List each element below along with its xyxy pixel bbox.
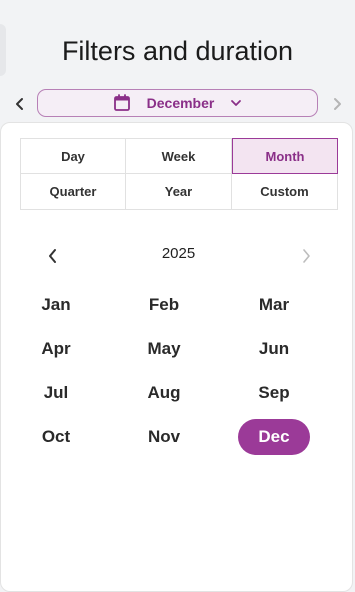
tab-week[interactable]: Week [126, 138, 232, 174]
year-navigator: 2025 [1, 241, 354, 271]
month-oct[interactable]: Oct [20, 419, 92, 455]
next-period-button[interactable] [325, 90, 349, 118]
tab-year[interactable]: Year [126, 174, 232, 210]
tab-day[interactable]: Day [20, 138, 126, 174]
calendar-icon [113, 94, 130, 111]
month-jul[interactable]: Jul [20, 375, 92, 411]
month-jan[interactable]: Jan [20, 287, 92, 323]
month-apr[interactable]: Apr [20, 331, 92, 367]
month-aug[interactable]: Aug [128, 375, 200, 411]
chevron-left-icon [16, 98, 23, 110]
chevron-right-icon [334, 98, 341, 110]
previous-period-button[interactable] [8, 90, 32, 118]
month-sep[interactable]: Sep [238, 375, 310, 411]
period-picker-panel: Day Week Month Quarter Year Custom 2025 … [0, 122, 353, 592]
granularity-tabs: Day Week Month Quarter Year Custom [20, 138, 338, 210]
month-may[interactable]: May [128, 331, 200, 367]
tab-month[interactable]: Month [232, 138, 338, 174]
month-dec[interactable]: Dec [238, 419, 310, 455]
month-feb[interactable]: Feb [128, 287, 200, 323]
month-jun[interactable]: Jun [238, 331, 310, 367]
month-mar[interactable]: Mar [238, 287, 310, 323]
tab-custom[interactable]: Custom [232, 174, 338, 210]
tab-quarter[interactable]: Quarter [20, 174, 126, 210]
period-dropdown[interactable]: December [37, 89, 318, 117]
selected-period-label: December [146, 95, 215, 111]
month-nov[interactable]: Nov [128, 419, 200, 455]
page-title: Filters and duration [61, 36, 294, 66]
next-year-button[interactable] [296, 246, 316, 266]
chevron-down-icon [231, 100, 242, 106]
